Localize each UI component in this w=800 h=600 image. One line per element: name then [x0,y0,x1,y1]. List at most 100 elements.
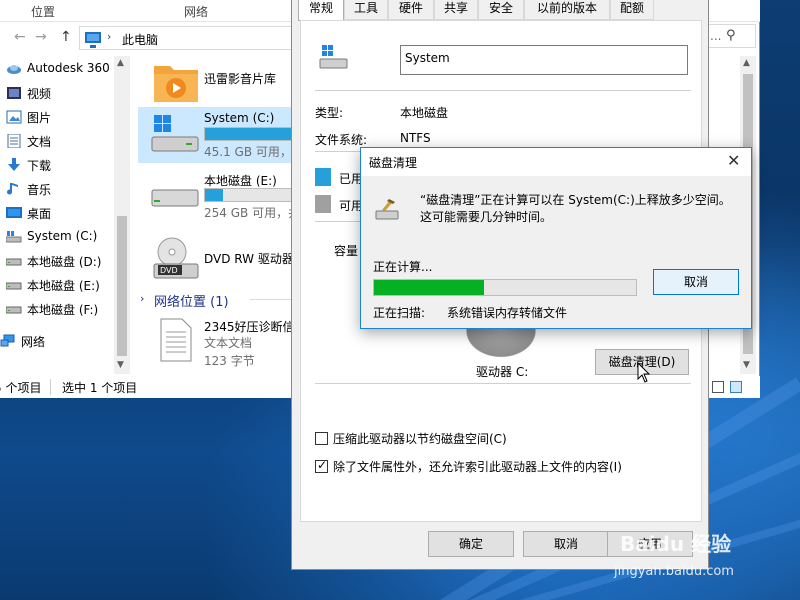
sidebar-item-label: 本地磁盘 (D:) [27,255,102,269]
scanning-value: 系统错误内存转储文件 [447,306,568,320]
sidebar-item-label: 下载 [27,159,52,173]
list-item-dvd[interactable]: DVD DVD RW 驱动器 [138,232,298,288]
chevron-right-icon[interactable]: › [140,292,144,305]
tab-general[interactable]: 常规 [298,0,344,21]
tab-tools[interactable]: 工具 [344,0,388,20]
item-name: 2345好压诊断信 [204,320,295,334]
search-box[interactable]: ... ⚲ [706,24,756,48]
drive-icon [151,189,199,207]
dialog-title-bar: 磁盘清理 ✕ [361,148,751,176]
pictures-icon [6,110,22,124]
checkmark-icon: ✓ [317,458,328,472]
disk-cleanup-icon [375,199,399,220]
cloud-icon [7,65,21,74]
tiles-view-icon[interactable] [730,381,742,393]
video-icon [7,87,21,99]
drive-icon [6,258,22,266]
sidebar-item-videos[interactable]: 视频 [6,82,128,104]
tab-quota[interactable]: 配额 [610,0,654,20]
file-list: 迅雷影音片库 System (C:) 45.1 GB 可用， 本地磁盘 (E:)… [138,56,298,374]
sidebar-item-label: 网络 [21,335,46,349]
forward-icon[interactable]: → [35,29,47,45]
desktop-icon [6,207,22,218]
list-item-xunlei[interactable]: 迅雷影音片库 [138,56,298,112]
sidebar-item-documents[interactable]: 文档 [6,130,128,152]
sidebar-item-label: 音乐 [27,183,52,197]
drive-icon [6,282,22,290]
system-drive-icon [151,115,199,152]
sidebar-item-system-c[interactable]: System (C:) [6,226,128,248]
ribbon-group-location[interactable]: 位置 [31,3,55,20]
compress-label: 压缩此驱动器以节约磁盘空间(C) [333,432,507,446]
cancel-button[interactable]: 取消 [523,531,609,557]
drive-name-value: System [405,51,450,65]
selection-count: 选中 1 个项目 [62,381,138,395]
capacity-bar [204,188,298,202]
item-name: 迅雷影音片库 [204,72,277,86]
dialog-cancel-button[interactable]: 取消 [653,269,739,295]
sidebar-item-music[interactable]: 音乐 [6,178,128,200]
drive-name-field[interactable]: System [400,45,688,75]
sidebar-item-label: 本地磁盘 (E:) [27,279,100,293]
address-bar[interactable]: › 此电脑 [79,26,297,50]
list-item-text-file[interactable]: 2345好压诊断信 文本文档 123 字节 [138,314,298,370]
back-icon[interactable]: ← [14,29,26,45]
view-switcher [712,381,748,396]
mouse-cursor-icon [637,362,651,383]
tab-security[interactable]: 安全 [478,0,524,20]
disk-cleanup-dialog: 磁盘清理 ✕ “磁盘清理”正在计算可以在 System(C:)上释放多少空间。这… [360,147,752,329]
sidebar-item-pictures[interactable]: 图片 [6,106,128,128]
progress-fill [374,280,485,295]
tab-sharing[interactable]: 共享 [434,0,478,20]
watermark-logo: Baidu 经验 [620,532,732,556]
ok-button[interactable]: 确定 [428,531,514,557]
item-type: 文本文档 [204,336,253,350]
scroll-up-icon[interactable]: ▲ [117,58,124,68]
drive-letter-label: 驱动器 C: [476,365,529,379]
sidebar-item-disk-e[interactable]: 本地磁盘 (E:) [6,274,128,296]
folder-media-icon [154,66,198,102]
divider [315,90,691,91]
close-icon[interactable]: ✕ [727,151,740,170]
list-item-system-c[interactable]: System (C:) 45.1 GB 可用， [138,107,298,163]
sidebar-item-label: 图片 [27,111,52,125]
capacity-bar [204,127,298,141]
sidebar-item-disk-f[interactable]: 本地磁盘 (F:) [6,298,128,320]
dvd-drive-icon: DVD [153,237,199,279]
group-title: 网络位置 (1) [154,295,229,310]
sidebar-item-disk-d[interactable]: 本地磁盘 (D:) [6,250,128,272]
sidebar-item-autodesk[interactable]: Autodesk 360 [6,58,128,80]
up-icon[interactable]: ↑ [60,29,72,45]
drive-icon [6,306,22,314]
tab-hardware[interactable]: 硬件 [388,0,434,20]
sidebar-item-label: 视频 [27,87,52,101]
details-view-icon[interactable] [712,381,724,393]
capacity-fill [205,189,223,201]
index-checkbox[interactable]: ✓ [315,458,328,473]
group-header-network[interactable]: › 网络位置 (1) [138,290,298,310]
sidebar-item-label: 本地磁盘 (F:) [27,303,99,317]
compress-checkbox[interactable] [315,432,328,445]
sidebar-scrollbar[interactable]: ▲ ▼ [114,56,130,374]
sidebar-item-desktop[interactable]: 桌面 [6,202,128,224]
list-item-disk-e[interactable]: 本地磁盘 (E:) 254 GB 可用，共 [138,168,298,224]
documents-icon [7,134,21,148]
scanning-label: 正在扫描: [373,306,426,320]
ribbon-group-network[interactable]: 网络 [184,3,208,20]
item-name: DVD RW 驱动器 [204,252,294,266]
scroll-down-icon[interactable]: ▼ [117,360,124,370]
sidebar-item-label: 桌面 [27,207,52,221]
sidebar-item-label: 文档 [27,135,52,149]
scroll-up-icon[interactable]: ▲ [743,58,750,68]
chevron-right-icon[interactable]: › [107,30,111,43]
sidebar-item-network[interactable]: 网络 [0,330,122,352]
sidebar-item-downloads[interactable]: 下载 [6,154,128,176]
item-size: 123 字节 [204,354,255,368]
tab-previous-versions[interactable]: 以前的版本 [524,0,610,20]
status-divider [50,379,51,395]
scroll-down-icon[interactable]: ▼ [743,360,750,370]
dialog-title: 磁盘清理 [369,156,418,170]
scrollbar-thumb[interactable] [117,216,127,356]
capacity-fill [205,128,294,140]
this-pc-icon [85,32,101,48]
